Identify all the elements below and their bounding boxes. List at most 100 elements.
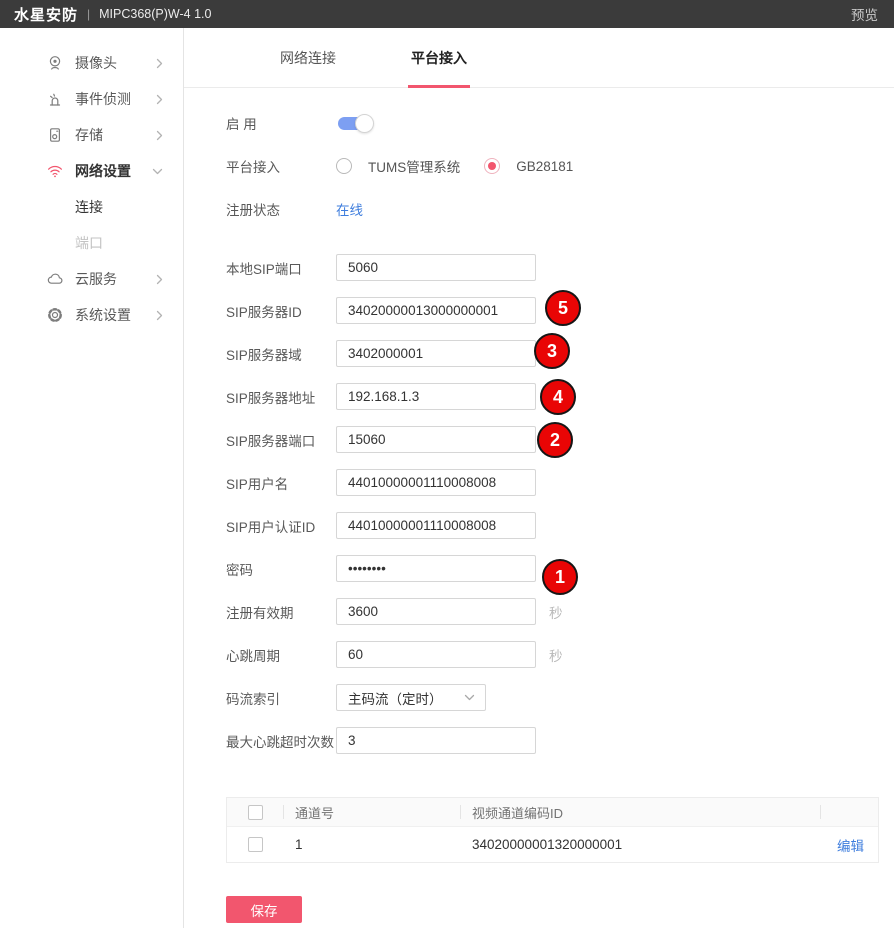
camera-icon xyxy=(46,54,64,72)
cloud-icon xyxy=(46,270,64,288)
select-all-checkbox[interactable] xyxy=(248,805,263,820)
radio-option-tums[interactable]: TUMS管理系统 xyxy=(336,156,460,176)
sidebar-item-storage[interactable]: 存储 xyxy=(0,117,183,153)
registration-status-row: 注册状态 在线 xyxy=(226,196,894,222)
chevron-down-icon xyxy=(152,168,163,175)
radio-label: GB28181 xyxy=(516,159,573,174)
field-label: 注册有效期 xyxy=(226,602,336,622)
tabbar: 网络连接 平台接入 xyxy=(184,28,894,88)
annotation-badge-3: 3 xyxy=(534,333,570,369)
field-label: 本地SIP端口 xyxy=(226,258,336,278)
brand-group: 水星安防 | MIPC368(P)W-4 1.0 xyxy=(14,4,211,25)
field-label: SIP用户认证ID xyxy=(226,516,336,536)
field-label: SIP服务器端口 xyxy=(226,430,336,450)
radio-checked-icon[interactable] xyxy=(484,158,500,174)
table-row: 1 34020000001320000001 编辑 xyxy=(227,826,878,862)
field-label: 心跳周期 xyxy=(226,645,336,665)
field-label: 码流索引 xyxy=(226,688,336,708)
header-action xyxy=(820,798,878,826)
select-value: 主码流（定时） xyxy=(348,688,443,708)
channel-table: 通道号 视频通道编码ID 1 34020000001320000001 编辑 xyxy=(226,797,879,863)
field-label: SIP服务器地址 xyxy=(226,387,336,407)
registration-validity-row: 注册有效期 秒 xyxy=(226,598,894,625)
sidebar-subitem-port[interactable]: 端口 xyxy=(0,225,183,261)
sidebar-item-label: 事件侦测 xyxy=(75,89,131,109)
field-label: SIP服务器域 xyxy=(226,344,336,364)
sip-auth-id-input[interactable] xyxy=(336,512,536,539)
wifi-icon xyxy=(46,162,64,180)
annotation-badge-1: 1 xyxy=(542,559,578,595)
sidebar-item-cloud-service[interactable]: 云服务 xyxy=(0,261,183,297)
sip-server-id-input[interactable] xyxy=(336,297,536,324)
sip-auth-id-row: SIP用户认证ID xyxy=(226,512,894,539)
sip-server-port-input[interactable] xyxy=(336,426,536,453)
tab-platform-access[interactable]: 平台接入 xyxy=(411,28,467,87)
radio-label: TUMS管理系统 xyxy=(368,156,460,176)
sip-username-input[interactable] xyxy=(336,469,536,496)
sidebar: 摄像头 事件侦测 存储 xyxy=(0,28,184,928)
cell-video-id: 34020000001320000001 xyxy=(460,837,820,852)
registration-status-value: 在线 xyxy=(336,199,363,219)
sip-server-address-input[interactable] xyxy=(336,383,536,410)
brand-logo: 水星安防 xyxy=(14,4,78,25)
chevron-right-icon xyxy=(156,310,163,321)
local-sip-port-input[interactable] xyxy=(336,254,536,281)
preview-link[interactable]: 预览 xyxy=(851,4,878,24)
sip-server-domain-input[interactable] xyxy=(336,340,536,367)
main-content: 网络连接 平台接入 启 用 平台接入 TUMS管理系统 xyxy=(184,28,894,928)
field-label: SIP用户名 xyxy=(226,473,336,493)
sidebar-item-label: 系统设置 xyxy=(75,305,131,325)
stream-index-select[interactable]: 主码流（定时） xyxy=(336,684,486,711)
radio-unchecked-icon[interactable] xyxy=(336,158,352,174)
sip-username-row: SIP用户名 xyxy=(226,469,894,496)
field-label: 最大心跳超时次数 xyxy=(226,731,336,751)
sidebar-subitem-connection[interactable]: 连接 xyxy=(0,189,183,225)
heartbeat-period-input[interactable] xyxy=(336,641,536,668)
chevron-right-icon xyxy=(156,58,163,69)
field-label: 密码 xyxy=(226,559,336,579)
unit-seconds: 秒 xyxy=(549,602,563,622)
sidebar-item-network-settings[interactable]: 网络设置 xyxy=(0,153,183,189)
max-heartbeat-timeout-input[interactable] xyxy=(336,727,536,754)
local-sip-port-row: 本地SIP端口 xyxy=(226,254,894,281)
annotation-badge-2: 2 xyxy=(537,422,573,458)
unit-seconds: 秒 xyxy=(549,645,563,665)
sidebar-item-system-settings[interactable]: 系统设置 xyxy=(0,297,183,333)
header-channel: 通道号 xyxy=(283,798,460,826)
heartbeat-period-row: 心跳周期 秒 xyxy=(226,641,894,668)
storage-icon xyxy=(46,126,64,144)
gear-icon xyxy=(46,306,64,324)
annotation-badge-4: 4 xyxy=(540,379,576,415)
field-label: SIP服务器ID xyxy=(226,301,336,321)
platform-type-row: 平台接入 TUMS管理系统 GB28181 xyxy=(226,153,894,179)
chevron-down-icon xyxy=(464,694,475,701)
registration-validity-input[interactable] xyxy=(336,598,536,625)
enable-toggle[interactable] xyxy=(338,117,371,130)
sidebar-item-camera[interactable]: 摄像头 xyxy=(0,45,183,81)
chevron-right-icon xyxy=(156,274,163,285)
brand-separator: | xyxy=(87,7,90,21)
sidebar-item-label: 网络设置 xyxy=(75,161,131,181)
radio-option-gb28181[interactable]: GB28181 xyxy=(484,158,573,174)
edit-link[interactable]: 编辑 xyxy=(837,839,864,854)
layout: 摄像头 事件侦测 存储 xyxy=(0,28,894,928)
save-button[interactable]: 保存 xyxy=(226,896,302,923)
cell-channel: 1 xyxy=(283,837,460,852)
topbar: 水星安防 | MIPC368(P)W-4 1.0 预览 xyxy=(0,0,894,28)
platform-type-label: 平台接入 xyxy=(226,156,336,176)
tab-network-connection[interactable]: 网络连接 xyxy=(280,28,336,87)
row-checkbox[interactable] xyxy=(248,837,263,852)
sidebar-item-label: 存储 xyxy=(75,125,103,145)
stream-index-row: 码流索引 主码流（定时） xyxy=(226,684,894,711)
annotation-badge-5: 5 xyxy=(545,290,581,326)
enable-row: 启 用 xyxy=(226,110,894,136)
password-input[interactable] xyxy=(336,555,536,582)
header-video-id: 视频通道编码ID xyxy=(460,798,820,826)
event-detection-icon xyxy=(46,90,64,108)
sidebar-item-label: 摄像头 xyxy=(75,53,117,73)
sidebar-item-event-detection[interactable]: 事件侦测 xyxy=(0,81,183,117)
platform-access-form: 启 用 平台接入 TUMS管理系统 GB28181 xyxy=(184,88,894,754)
max-heartbeat-timeout-row: 最大心跳超时次数 xyxy=(226,727,894,754)
chevron-right-icon xyxy=(156,130,163,141)
registration-status-label: 注册状态 xyxy=(226,199,336,219)
